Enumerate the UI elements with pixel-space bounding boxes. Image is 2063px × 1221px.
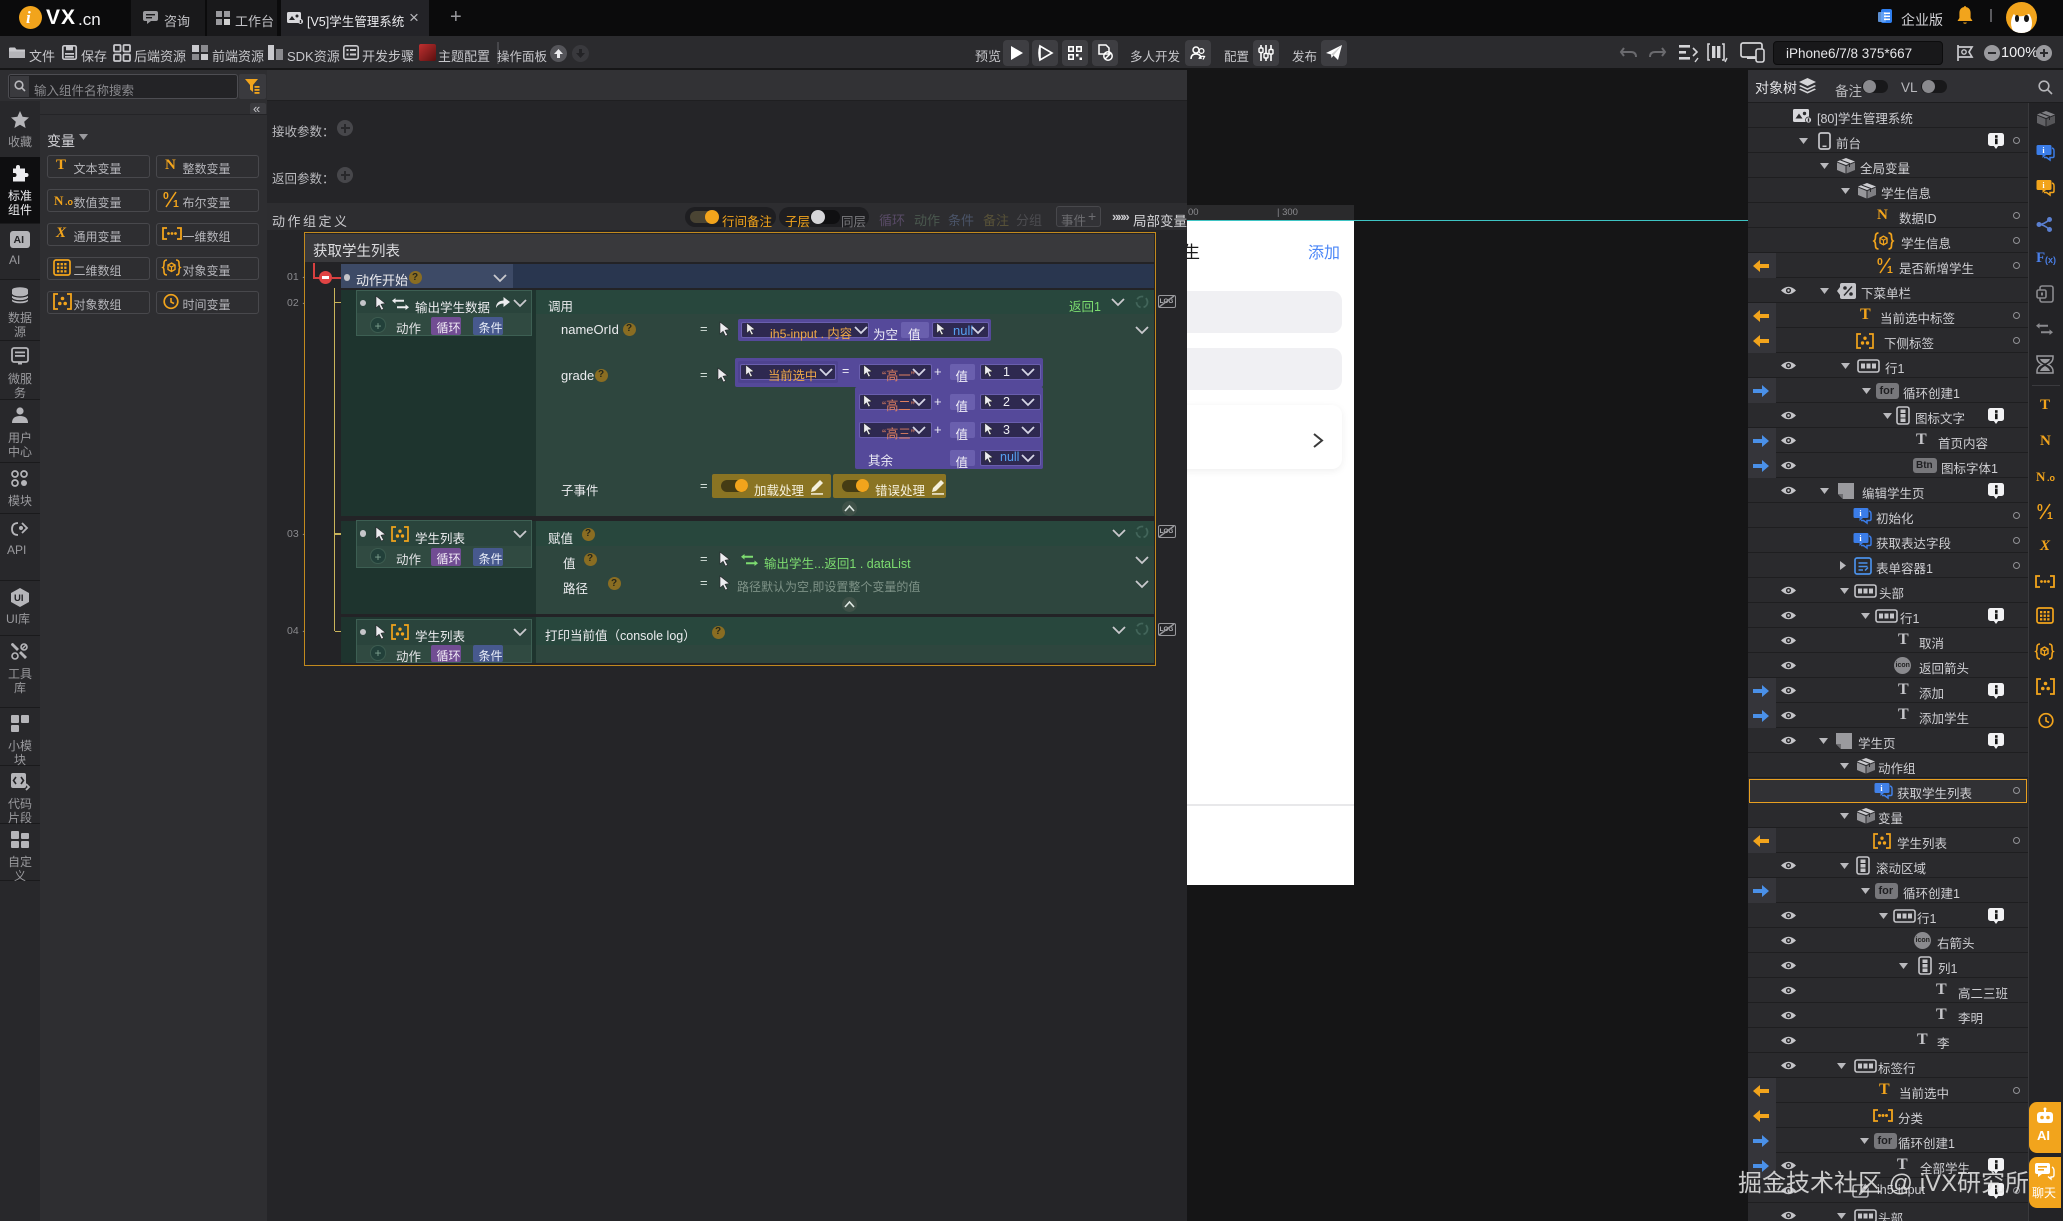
svg-text:1: 1	[2047, 510, 2053, 522]
svg-text:0: 0	[2037, 502, 2043, 514]
svg-text:0: 0	[163, 190, 169, 202]
svg-text:1: 1	[1887, 264, 1893, 276]
svg-text:1: 1	[173, 198, 179, 210]
svg-text:0: 0	[1877, 256, 1883, 268]
